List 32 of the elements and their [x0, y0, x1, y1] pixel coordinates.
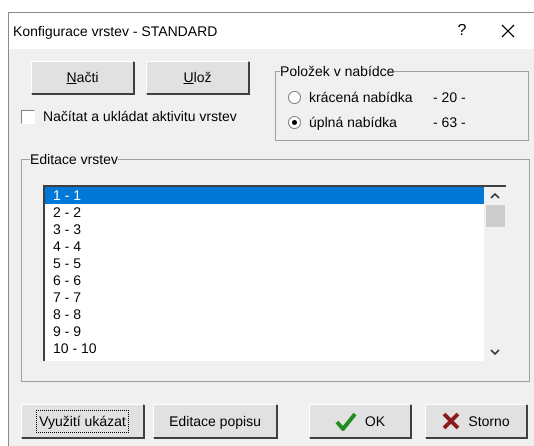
- cross-icon: [442, 412, 460, 430]
- radio-label: úplná nabídka: [309, 113, 398, 132]
- check-icon: [334, 411, 357, 431]
- list-item[interactable]: 5 - 5: [45, 255, 484, 272]
- dialog-button[interactable]: OK: [309, 404, 411, 438]
- radio-button[interactable]: [288, 91, 301, 104]
- list-item[interactable]: 7 - 7: [45, 289, 484, 306]
- list-item[interactable]: 6 - 6: [45, 272, 484, 289]
- item-count: - 63 -: [433, 113, 466, 132]
- dialog-button[interactable]: Editace popisu: [153, 404, 277, 438]
- scroll-down-icon[interactable]: [490, 349, 500, 355]
- dialog-button[interactable]: Využití ukázat: [21, 404, 144, 438]
- list-item[interactable]: 1 - 1: [45, 187, 484, 204]
- close-icon: [501, 24, 515, 38]
- window-title: Konfigurace vrstev - STANDARD: [13, 22, 218, 41]
- list-item[interactable]: 3 - 3: [45, 221, 484, 238]
- list-item[interactable]: 10 - 10: [45, 340, 484, 357]
- checkbox-label: Načítat a ukládat aktivitu vrstev: [43, 107, 237, 126]
- dialog-button[interactable]: Storno: [425, 404, 527, 438]
- list-item[interactable]: 2 - 2: [45, 204, 484, 221]
- radio-label: krácená nabídka: [309, 88, 414, 107]
- list-item[interactable]: 9 - 9: [45, 323, 484, 340]
- toolbar-button[interactable]: Načti: [31, 61, 134, 94]
- toolbar-button[interactable]: Ulož: [146, 61, 249, 94]
- radio-button[interactable]: [288, 116, 301, 129]
- scroll-up-icon[interactable]: [490, 193, 500, 199]
- scroll-thumb[interactable]: [486, 205, 504, 227]
- list-item[interactable]: 4 - 4: [45, 238, 484, 255]
- help-button[interactable]: ?: [442, 16, 482, 46]
- list-item[interactable]: 8 - 8: [45, 306, 484, 323]
- item-count: - 20 -: [433, 88, 466, 107]
- checkbox[interactable]: [21, 110, 35, 124]
